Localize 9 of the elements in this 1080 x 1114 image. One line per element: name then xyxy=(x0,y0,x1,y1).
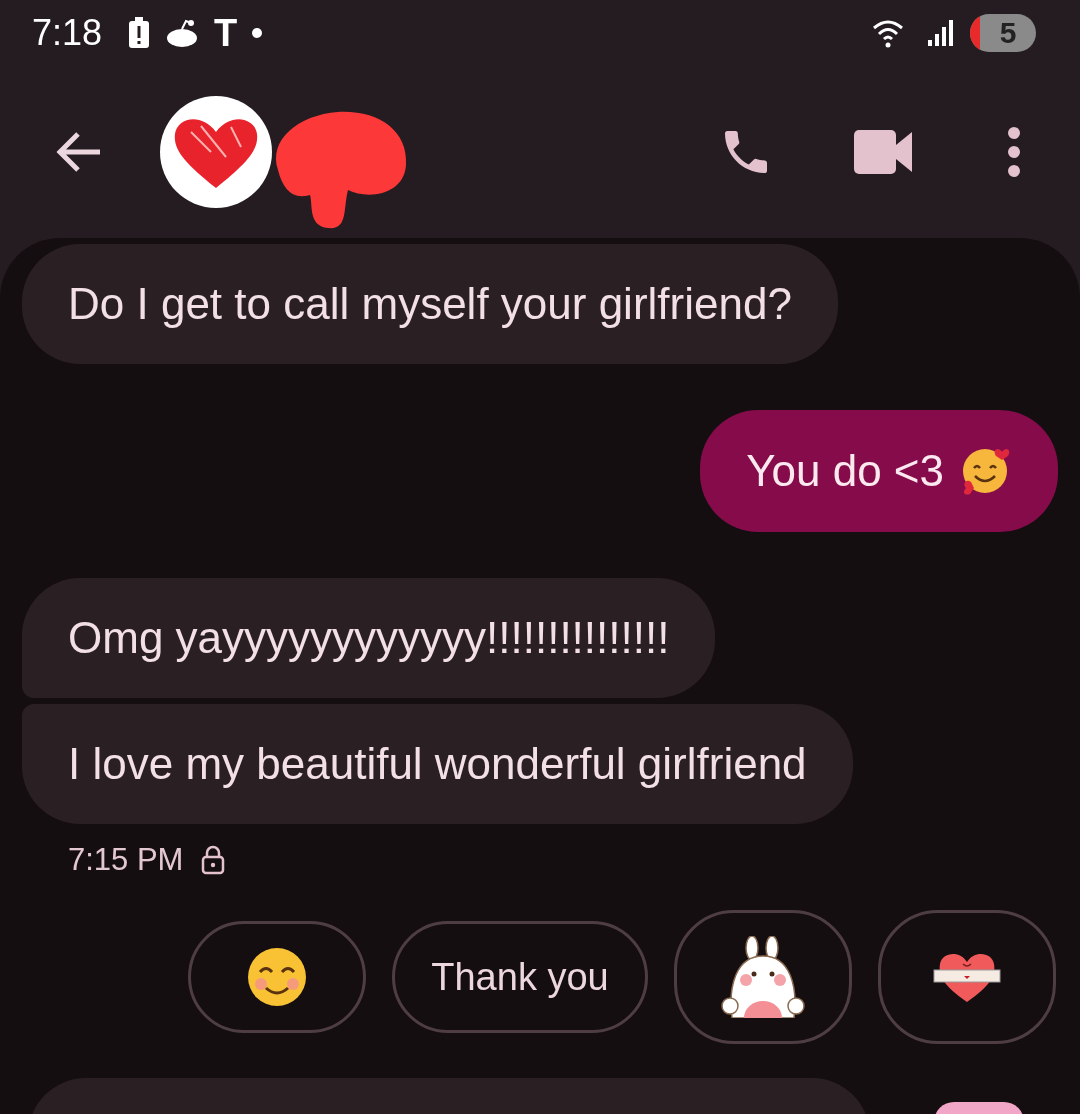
message-text: Omg yayyyyyyyyyyyy!!!!!!!!!!!!!!! xyxy=(68,612,670,664)
reply-chip[interactable]: Thank you xyxy=(392,921,648,1033)
message-text: Do I get to call myself your girlfriend? xyxy=(68,278,792,330)
notification-letter: T xyxy=(214,11,238,55)
message-text: I love my beautiful wonderful girlfriend xyxy=(68,738,807,790)
battery-indicator: 5 xyxy=(970,14,1036,52)
message-text: You do <3 xyxy=(746,445,944,497)
message-timestamp: 7:15 PM xyxy=(68,842,184,878)
status-time: 7:18 xyxy=(32,12,103,54)
